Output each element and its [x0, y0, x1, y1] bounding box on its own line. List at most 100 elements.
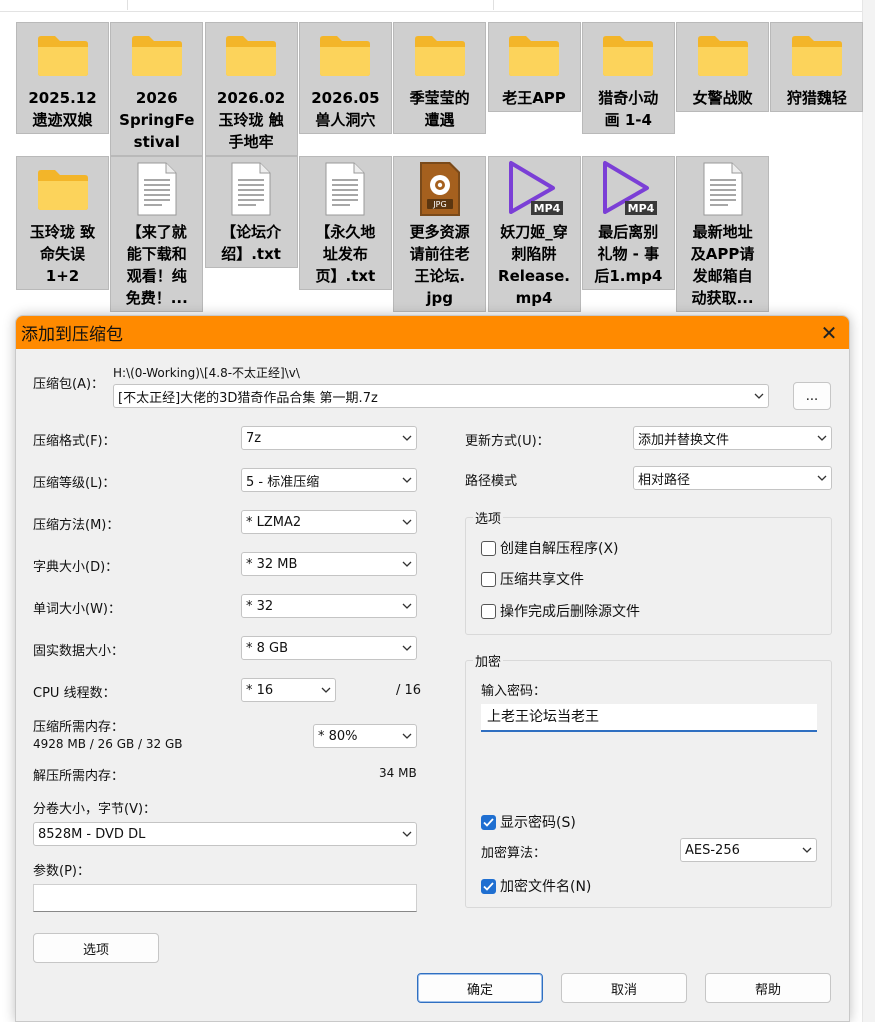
file-name: 狩猎魏轻 — [786, 89, 847, 107]
update-value: 添加并替换文件 — [638, 432, 730, 448]
dict-combo[interactable]: * 32 MB — [241, 552, 417, 576]
mem-label: 压缩所需内存： — [33, 720, 125, 735]
enc-method-combo[interactable]: AES-256 — [680, 838, 817, 862]
file-name: 最后离别 礼物 - 事后1.mp4 — [594, 223, 663, 285]
svg-text:MP4: MP4 — [628, 202, 655, 215]
dict-label: 字典大小(D)： — [33, 560, 119, 575]
file-grid-row2-item[interactable]: 玉玲珑 致命失误 1+2 — [16, 156, 109, 290]
chevron-down-icon — [813, 467, 831, 489]
text-file-icon — [205, 157, 298, 221]
solid-label: 固实数据大小： — [33, 644, 125, 659]
cpu-value: * 16 — [246, 682, 274, 698]
shared-checkbox[interactable]: 压缩共享文件 — [481, 569, 584, 589]
cpu-total: / 16 — [396, 683, 422, 698]
archive-label: 压缩包(A)： — [33, 377, 105, 392]
archive-name-combo[interactable]: [不太正经]大佬的3D猎奇作品合集 第一期.7z — [113, 384, 769, 408]
folder-icon — [16, 23, 109, 87]
password-label: 输入密码： — [481, 684, 547, 699]
path-combo[interactable]: 相对路径 — [633, 466, 832, 490]
enc-method-value: AES-256 — [685, 842, 740, 858]
file-grid-row1-item[interactable]: 2025.12 遗迹双娘 — [16, 22, 109, 134]
options-group-title: 选项 — [473, 508, 504, 527]
checkbox-unchecked-icon — [481, 540, 496, 556]
file-grid-row1-item[interactable]: 猎奇小动画 1-4 — [581, 22, 675, 134]
show-password-checkbox[interactable]: 显示密码(S) — [481, 812, 576, 832]
explorer-scrollbar[interactable] — [862, 0, 875, 1022]
solid-combo[interactable]: * 8 GB — [241, 636, 417, 660]
chevron-down-icon — [398, 823, 416, 845]
update-combo[interactable]: 添加并替换文件 — [633, 426, 832, 450]
file-grid-row2-item[interactable]: 最新地址 及APP请 发邮箱自 动获取... — [676, 156, 770, 312]
delete-checkbox[interactable]: 操作完成后删除源文件 — [481, 601, 640, 621]
file-grid-row2-item[interactable]: 【来了就 能下载和 观看！纯 免费！... — [110, 156, 204, 312]
password-input[interactable]: 上老王论坛当老王 — [481, 704, 817, 732]
word-value: * 32 — [246, 598, 274, 614]
svg-text:MP4: MP4 — [534, 202, 561, 215]
file-grid-row1-item[interactable]: 狩猎魏轻 — [770, 22, 864, 112]
file-grid-row1-item[interactable]: 2026.02 玉玲珑 触手地牢 — [204, 22, 298, 156]
checkbox-unchecked-icon — [481, 571, 496, 587]
chevron-down-icon — [398, 553, 416, 575]
browse-button[interactable]: ... — [793, 382, 831, 410]
folder-icon — [488, 23, 581, 87]
encrypt-names-checkbox[interactable]: 加密文件名(N) — [481, 876, 591, 896]
format-label: 压缩格式(F)： — [33, 434, 116, 449]
sfx-checkbox[interactable]: 创建自解压程序(X) — [481, 538, 619, 558]
file-grid-row2-item[interactable]: 【永久地 址发布 页】.txt — [298, 156, 392, 290]
params-input[interactable] — [33, 884, 417, 912]
file-grid-row2-item[interactable]: MP4 最后离别 礼物 - 事后1.mp4 — [581, 156, 675, 290]
file-grid-row1-item[interactable]: 老王APP — [487, 22, 581, 112]
file-name: 老王APP — [502, 89, 566, 107]
chevron-down-icon — [398, 725, 416, 747]
file-grid-row2-item[interactable]: 【论坛介 绍】.txt — [204, 156, 298, 268]
sfx-label: 创建自解压程序(X) — [500, 541, 619, 557]
file-grid-row2-item[interactable]: JPG 更多资源 请前往老 王论坛. jpg — [393, 156, 487, 312]
close-icon[interactable]: ✕ — [809, 316, 849, 349]
ok-button[interactable]: 确定 — [417, 973, 543, 1003]
folder-icon — [110, 23, 203, 87]
file-grid-row1-item[interactable]: 2026.05 兽人洞穴 — [298, 22, 392, 134]
archive-path: H:\(0-Working)\[4.8-不太正经]\v\ — [113, 366, 300, 380]
jpg-file-icon: JPG — [393, 157, 486, 221]
volume-combo[interactable]: 8528M - DVD DL — [33, 822, 417, 846]
chevron-down-icon — [398, 595, 416, 617]
text-file-icon — [110, 157, 203, 221]
cancel-button[interactable]: 取消 — [561, 973, 687, 1003]
options-button[interactable]: 选项 — [33, 933, 159, 963]
cpu-combo[interactable]: * 16 — [241, 678, 336, 702]
file-grid-row1-item[interactable]: 季莹莹的 遭遇 — [393, 22, 487, 134]
mp4-file-icon: MP4 — [582, 157, 675, 221]
add-to-archive-dialog: 添加到压缩包 ✕ 压缩包(A)： H:\(0-Working)\[4.8-不太正… — [15, 315, 850, 1022]
method-combo[interactable]: * LZMA2 — [241, 510, 417, 534]
dict-value: * 32 MB — [246, 556, 298, 572]
mem-percent-combo[interactable]: * 80% — [313, 724, 417, 748]
explorer-header-strip — [0, 0, 862, 12]
enc-method-label: 加密算法： — [481, 846, 547, 861]
file-name: 最新地址 及APP请 发邮箱自 动获取... — [690, 223, 755, 307]
file-name: 【永久地 址发布 页】.txt — [315, 223, 376, 285]
file-grid-row2-item[interactable]: MP4 妖刀姬_穿 刺陷阱 Release. mp4 — [487, 156, 581, 312]
text-file-icon — [299, 157, 392, 221]
checkmark-icon — [481, 814, 496, 830]
file-name: 【来了就 能下载和 观看！纯 免费！... — [125, 223, 188, 307]
level-combo[interactable]: 5 - 标准压缩 — [241, 468, 417, 492]
svg-text:JPG: JPG — [432, 200, 446, 209]
word-combo[interactable]: * 32 — [241, 594, 417, 618]
cpu-label: CPU 线程数： — [33, 686, 116, 701]
method-label: 压缩方法(M)： — [33, 518, 120, 533]
shared-label: 压缩共享文件 — [500, 572, 584, 588]
chevron-down-icon — [813, 427, 831, 449]
level-label: 压缩等级(L)： — [33, 476, 116, 491]
format-combo[interactable]: 7z — [241, 426, 417, 450]
delete-label: 操作完成后删除源文件 — [500, 604, 640, 620]
help-button[interactable]: 帮助 — [705, 973, 831, 1003]
update-label: 更新方式(U)： — [465, 434, 550, 449]
checkmark-icon — [481, 878, 496, 894]
file-grid-row1-item[interactable]: 女警战败 — [676, 22, 770, 112]
text-file-icon — [676, 157, 769, 221]
file-name: 玉玲珑 致命失误 1+2 — [29, 223, 96, 285]
mp4-file-icon: MP4 — [488, 157, 581, 221]
path-label: 路径模式 — [465, 474, 518, 489]
archive-name-value: [不太正经]大佬的3D猎奇作品合集 第一期.7z — [118, 390, 378, 406]
file-grid-row1-item[interactable]: 2026 SpringFe stival — [110, 22, 204, 156]
